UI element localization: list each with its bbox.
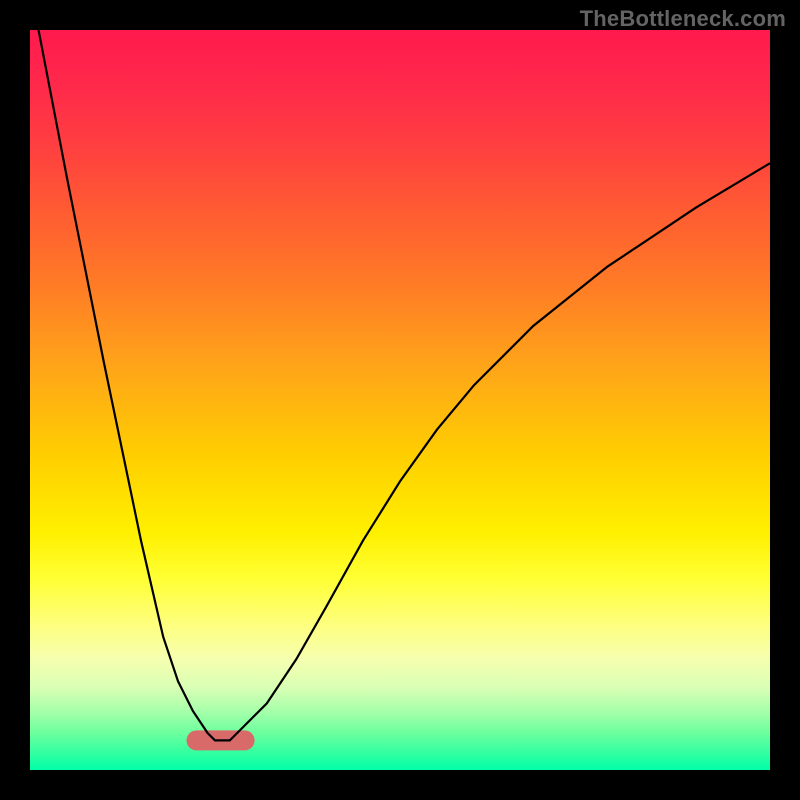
curve-layer: [30, 30, 770, 770]
watermark-label: TheBottleneck.com: [580, 6, 786, 32]
plot-area: [30, 30, 770, 770]
bottleneck-curve: [30, 30, 770, 740]
chart-frame: TheBottleneck.com: [0, 0, 800, 800]
